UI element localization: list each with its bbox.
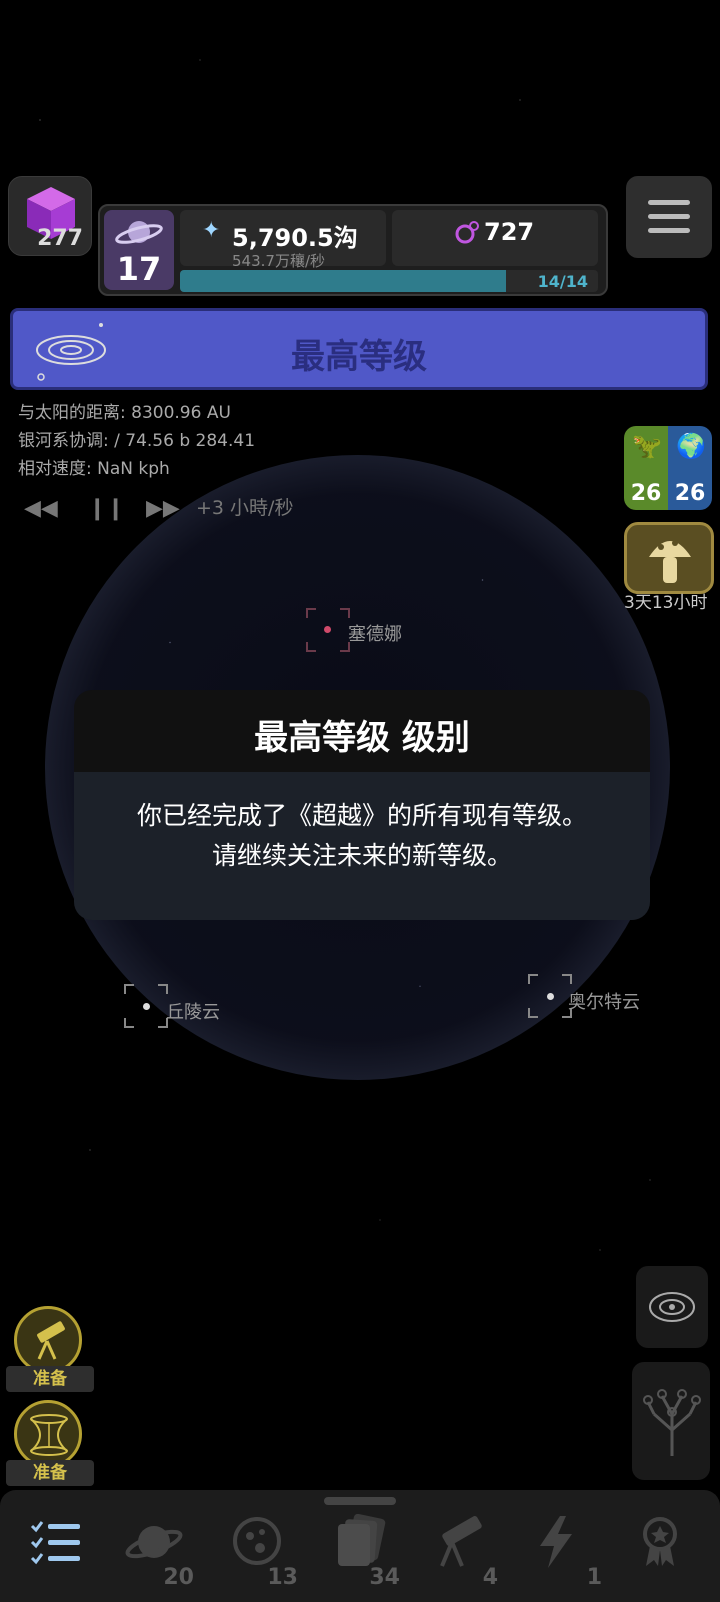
telescope-count: 4 [482, 1565, 498, 1590]
max-level-dialog[interactable]: 最高等级 级别 你已经完成了《超越》的所有现有等级。 请继续关注未来的新等级。 [74, 690, 650, 920]
dialog-header: 最高等级 级别 [74, 690, 650, 772]
dialog-message-line2: 请继续关注未来的新等级。 [211, 841, 512, 870]
nav-achievements[interactable] [626, 1510, 716, 1590]
telescope-button[interactable] [14, 1306, 82, 1374]
oort-cloud-target-bracket[interactable] [528, 974, 572, 1018]
wormhole-icon [30, 1414, 68, 1456]
stardust-resource[interactable]: ✦ 5,790.5沟 543.7万穰/秒 [180, 210, 386, 270]
mushroom-event-button[interactable] [624, 522, 714, 594]
dino-badge[interactable]: 🦖 26 [624, 426, 668, 510]
nav-cards[interactable]: 34 [322, 1510, 412, 1590]
stardust-value: 5,790.5沟 [232, 224, 358, 252]
menu-bar-2 [648, 214, 690, 219]
drawer-handle[interactable] [324, 1497, 396, 1505]
cube-count: 277 [37, 226, 83, 251]
tree-icon [643, 1389, 701, 1456]
dino-count: 26 [630, 481, 662, 506]
time-speed-label: +3 小時/秒 [196, 497, 294, 519]
menu-button[interactable] [626, 176, 712, 258]
nav-energy[interactable]: 1 [524, 1510, 614, 1590]
energy-count: 1 [586, 1565, 602, 1590]
level-progress-bar: 14/14 [180, 270, 598, 292]
nav-planets[interactable]: 20 [116, 1510, 206, 1590]
orbit-icon [649, 1292, 695, 1322]
cards-count: 34 [369, 1565, 400, 1590]
saturn-icon [115, 221, 163, 244]
rewind-button[interactable]: ◀◀ [24, 496, 58, 521]
tech-tree-button[interactable] [632, 1362, 710, 1480]
velocity-info: 相对速度: NaN kph [18, 459, 170, 479]
moon-icon [233, 1517, 281, 1565]
progress-label: 14/14 [537, 272, 588, 291]
telescope-ready-label: 准备 [6, 1366, 94, 1392]
resource-bar: 17 ✦ 5,790.5沟 543.7万穰/秒 727 14/14 [98, 204, 608, 296]
stardust-rate: 543.7万穰/秒 [232, 252, 325, 270]
checklist-icon [30, 1521, 80, 1565]
distance-info: 与太阳的距离: 8300.96 AU [18, 403, 231, 423]
dialog-title: 最高等级 级别 [254, 718, 470, 758]
nav-telescope[interactable]: 4 [420, 1510, 510, 1590]
progress-fill [180, 270, 507, 292]
wormhole-ready-label: 准备 [6, 1460, 94, 1486]
hills-cloud-label[interactable]: 丘陵云 [166, 998, 220, 1024]
nav-checklist[interactable] [12, 1510, 102, 1590]
pause-button[interactable]: ❙❙ [88, 496, 125, 521]
fast-forward-button[interactable]: ▶▶ [146, 496, 180, 521]
telescope-nav-icon [440, 1516, 482, 1567]
planet-icon [125, 1526, 183, 1559]
max-level-banner[interactable]: 最高等级 [10, 308, 708, 390]
hills-cloud-target-bracket[interactable] [124, 984, 168, 1028]
galactic-info: 银河系协调: / 74.56 b 284.41 [18, 431, 256, 451]
planets-count: 20 [163, 1565, 194, 1590]
nav-moons[interactable]: 13 [220, 1510, 310, 1590]
dialog-body: 你已经完成了《超越》的所有现有等级。 请继续关注未来的新等级。 [74, 772, 650, 920]
banner-title: 最高等级 [291, 337, 427, 377]
level-badge[interactable]: 17 [104, 210, 174, 290]
earth-icon: 🌍 [676, 432, 706, 460]
award-icon [643, 1517, 677, 1566]
dialog-message-line1: 你已经完成了《超越》的所有现有等级。 [136, 801, 587, 830]
solar-system-view-button[interactable] [636, 1266, 708, 1348]
sparkle-icon: ✦ [202, 218, 221, 243]
mushroom-timer: 3天13小时 [624, 593, 708, 613]
telescope-icon [37, 1321, 65, 1360]
dino-icon: 🦖 [632, 432, 662, 460]
wormhole-button[interactable] [14, 1400, 82, 1468]
sedna-label[interactable]: 塞德娜 [348, 620, 402, 646]
cube-currency-button[interactable]: 277 [8, 176, 92, 256]
dark-matter-icon [455, 221, 479, 244]
dark-matter-resource[interactable]: 727 [392, 210, 598, 266]
sedna-target-bracket[interactable] [306, 608, 350, 652]
menu-bar-3 [648, 228, 690, 233]
earth-badge[interactable]: 🌍 26 [668, 426, 712, 510]
menu-bar-1 [648, 200, 690, 205]
oort-cloud-label[interactable]: 奥尔特云 [568, 988, 640, 1014]
earth-count: 26 [674, 481, 706, 506]
dark-matter-value: 727 [484, 218, 535, 246]
level-number: 17 [116, 250, 162, 288]
discovery-badges[interactable]: 🦖 26 🌍 26 [624, 426, 712, 510]
moons-count: 13 [267, 1565, 298, 1590]
lightning-icon [540, 1516, 572, 1568]
mushroom-icon [649, 540, 691, 583]
cards-icon [338, 1514, 386, 1566]
